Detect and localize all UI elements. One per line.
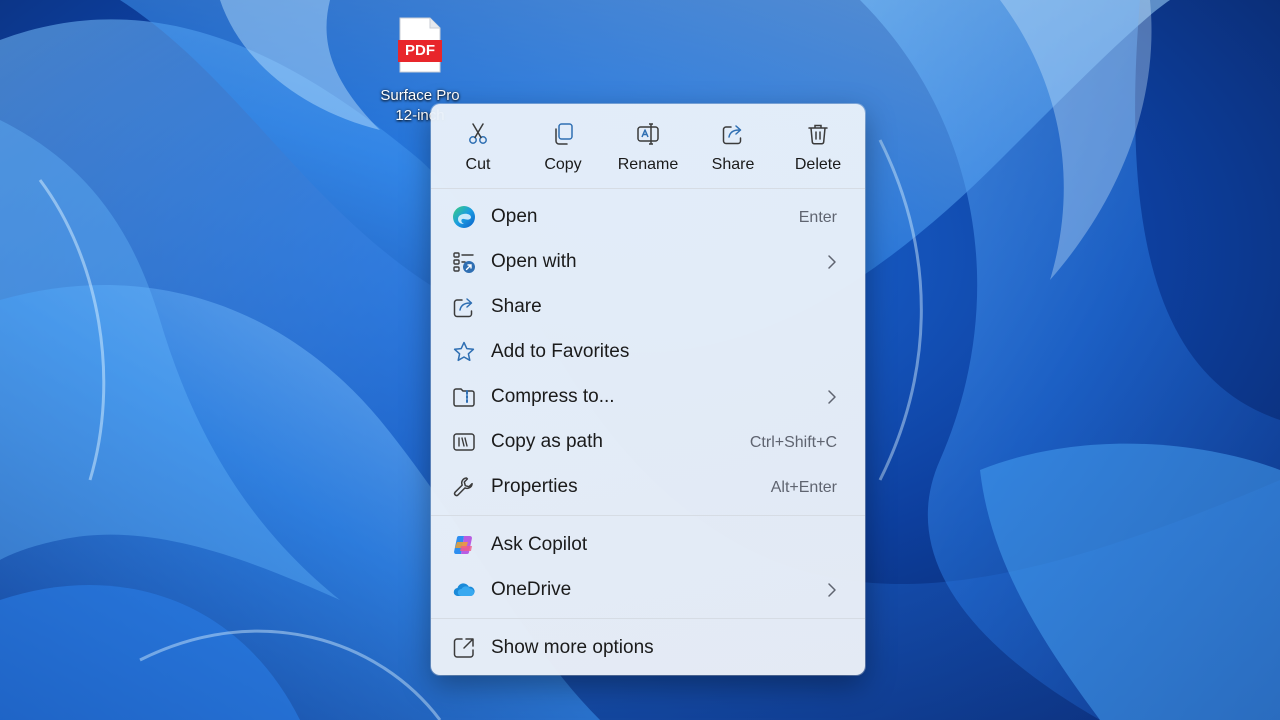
trash-icon: [808, 124, 828, 145]
copy-icon: [555, 123, 573, 145]
scissors-icon: [469, 123, 487, 144]
chevron-right-icon: [828, 583, 836, 597]
cut-button[interactable]: Cut: [438, 118, 518, 180]
menu-item-label: Add to Favorites: [491, 341, 630, 362]
separator: [431, 618, 865, 619]
menu-item-shortcut: Alt+Enter: [770, 479, 837, 496]
menu-item-onedrive[interactable]: OneDrive: [437, 570, 859, 610]
open-with-icon: [452, 250, 476, 274]
delete-label: Delete: [794, 156, 842, 173]
menu-item-label: Compress to...: [491, 386, 615, 407]
show-more-icon: [452, 636, 476, 660]
rename-button[interactable]: Rename: [608, 118, 688, 180]
copy-label: Copy: [544, 156, 582, 173]
menu-item-label: Ask Copilot: [491, 534, 588, 555]
share-button[interactable]: Share: [693, 118, 773, 180]
delete-button[interactable]: Delete: [778, 118, 858, 180]
menu-item-open[interactable]: Open Enter: [437, 197, 859, 237]
desktop-file-label-line1: Surface Pro: [380, 87, 460, 104]
separator: [431, 188, 865, 189]
menu-item-label: Copy as path: [491, 431, 603, 452]
share-icon: [452, 295, 476, 319]
copy-path-icon: [452, 430, 476, 454]
menu-item-label: Share: [491, 296, 542, 317]
menu-item-add-to-favorites[interactable]: Add to Favorites: [437, 332, 859, 372]
menu-item-open-with[interactable]: Open with: [437, 242, 859, 282]
menu-item-shortcut: Enter: [798, 209, 837, 226]
menu-item-ask-copilot[interactable]: Ask Copilot: [437, 525, 859, 565]
share-label: Share: [711, 156, 755, 173]
rename-label: Rename: [617, 156, 679, 173]
separator: [431, 515, 865, 516]
copilot-icon: [452, 533, 476, 557]
menu-item-label: Open: [491, 206, 538, 227]
onedrive-icon: [452, 578, 476, 602]
pdf-file-icon: PDF: [398, 16, 442, 74]
chevron-right-icon: [828, 255, 836, 269]
menu-item-label: Show more options: [491, 637, 654, 658]
pdf-badge: PDF: [405, 42, 435, 59]
quick-actions-bar: Cut Copy Rename Share Delete: [431, 104, 865, 188]
menu-item-label: OneDrive: [491, 579, 572, 600]
wrench-icon: [452, 475, 476, 499]
desktop: PDF Surface Pro 12-inch Cut Copy Rename …: [0, 0, 1280, 720]
chevron-right-icon: [828, 390, 836, 404]
menu-item-copy-as-path[interactable]: Copy as path Ctrl+Shift+C: [437, 422, 859, 462]
copy-button[interactable]: Copy: [523, 118, 603, 180]
edge-icon: [452, 205, 476, 229]
menu-item-properties[interactable]: Properties Alt+Enter: [437, 467, 859, 507]
context-menu: Cut Copy Rename Share Delete Open Enter …: [431, 104, 865, 675]
menu-item-label: Open with: [491, 251, 577, 272]
rename-icon: [637, 123, 659, 145]
menu-item-share[interactable]: Share: [437, 287, 859, 327]
cut-label: Cut: [465, 156, 491, 173]
star-icon: [452, 340, 476, 364]
menu-item-compress-to[interactable]: Compress to...: [437, 377, 859, 417]
menu-item-shortcut: Ctrl+Shift+C: [749, 434, 837, 451]
zip-folder-icon: [452, 385, 476, 409]
menu-item-show-more-options[interactable]: Show more options: [437, 628, 859, 668]
menu-item-label: Properties: [491, 476, 578, 497]
share-icon: [722, 125, 742, 145]
